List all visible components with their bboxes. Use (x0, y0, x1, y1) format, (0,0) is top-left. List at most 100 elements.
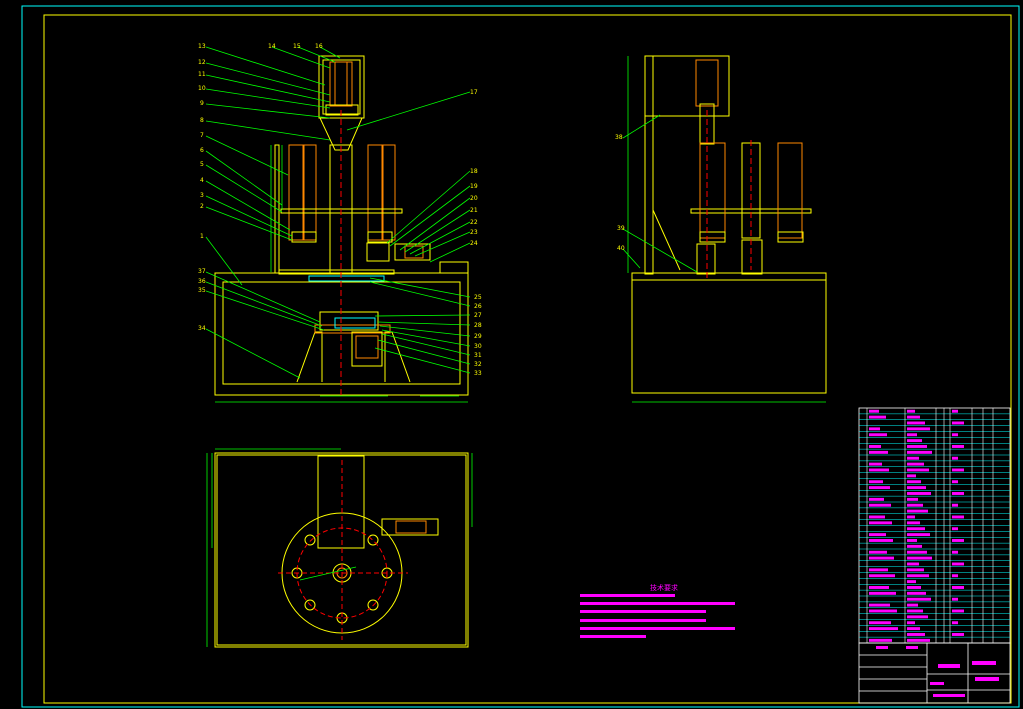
balloon-34: 34 (198, 325, 206, 332)
balloon-4: 4 (200, 177, 204, 184)
balloon-29: 29 (474, 333, 482, 340)
parts-list-code-mark (907, 497, 918, 501)
parts-list-code-mark (907, 415, 920, 419)
parts-list-material-mark (952, 468, 964, 472)
cad-drawing-canvas: 13 12 11 10 9 8 7 6 5 4 3 2 1 37 36 35 3… (21, 5, 1020, 708)
parts-list-name-mark (869, 515, 885, 519)
parts-list-material-mark (952, 515, 964, 519)
parts-list-name-mark (869, 627, 898, 631)
side-view-balloons: 38 39 40 (615, 134, 625, 252)
parts-list-material-mark (952, 503, 958, 507)
parts-list-material-mark (952, 550, 958, 554)
parts-list-code-mark (907, 609, 923, 613)
parts-list-material-mark (952, 409, 958, 413)
parts-list-code-mark (907, 638, 930, 642)
parts-list-code-mark (907, 568, 924, 572)
parts-list-name-mark (869, 480, 883, 484)
parts-list-code-mark (907, 627, 920, 631)
parts-list-code-mark (907, 539, 917, 542)
parts-list-code-mark (907, 474, 916, 478)
balloon-5: 5 (200, 161, 204, 168)
parts-list-name-mark (869, 445, 881, 448)
parts-list-name-mark (869, 591, 896, 595)
front-view-balloons-right: 17 18 19 20 21 22 23 24 25 26 27 28 29 3… (470, 89, 482, 377)
parts-list-material-mark (952, 492, 964, 495)
parts-list-code-mark (907, 521, 920, 525)
parts-list-table (858, 407, 1011, 644)
parts-list-code-mark (907, 544, 922, 548)
parts-list-code-mark (907, 597, 931, 601)
parts-list-name-mark (869, 409, 879, 413)
parts-list-code-mark (907, 439, 922, 443)
parts-list-code-mark (907, 421, 925, 425)
balloon-14: 14 (268, 43, 276, 50)
parts-list-name-mark (869, 486, 890, 490)
parts-list-code-mark (907, 550, 927, 554)
balloon-25: 25 (474, 294, 482, 301)
balloon-39: 39 (617, 225, 625, 232)
balloon-26: 26 (474, 303, 482, 310)
balloon-27: 27 (474, 312, 482, 319)
balloon-40: 40 (617, 245, 625, 252)
parts-list-name-mark (869, 450, 888, 454)
parts-list-code-mark (907, 456, 919, 460)
parts-list-code-mark (907, 492, 931, 495)
parts-list-code-mark (907, 450, 932, 454)
parts-list-name-mark (869, 586, 889, 589)
parts-list-code-mark (907, 603, 918, 607)
parts-list-material-mark (952, 539, 964, 542)
balloon-37: 37 (198, 268, 206, 275)
parts-list-code-mark (907, 462, 924, 466)
balloon-6: 6 (200, 147, 204, 154)
parts-list-material-mark (952, 433, 958, 437)
parts-list-code-mark (907, 427, 930, 431)
parts-list-code-mark (907, 586, 921, 589)
parts-list-name-mark (869, 503, 891, 507)
balloon-15: 15 (293, 43, 301, 50)
title-block-fills (876, 646, 999, 697)
balloon-13: 13 (198, 43, 206, 50)
parts-list-code-mark (907, 480, 921, 484)
parts-list-code-mark (907, 409, 915, 413)
parts-list-material-mark (952, 421, 964, 425)
balloon-11: 11 (198, 71, 206, 78)
balloon-12: 12 (198, 59, 206, 66)
parts-list-name-mark (869, 497, 884, 501)
parts-list-name-mark (869, 609, 897, 613)
balloon-18: 18 (470, 168, 478, 175)
parts-list-material-mark (952, 456, 958, 460)
parts-list-code-mark (907, 621, 915, 625)
parts-list-code-mark (907, 509, 928, 513)
balloon-30: 30 (474, 343, 482, 350)
parts-list-code-mark (907, 468, 929, 472)
parts-list-code-mark (907, 515, 915, 519)
parts-list-name-mark (869, 415, 886, 419)
parts-list-material-mark (952, 562, 964, 566)
balloon-35: 35 (198, 287, 206, 294)
balloon-1: 1 (200, 233, 204, 240)
balloon-23: 23 (470, 229, 478, 236)
balloon-33: 33 (474, 370, 482, 377)
parts-list-code-mark (907, 527, 925, 531)
parts-list-code-mark (907, 486, 926, 490)
balloon-36: 36 (198, 278, 206, 285)
parts-list-name-mark (869, 539, 893, 542)
balloon-20: 20 (470, 195, 478, 202)
parts-list-code-mark (907, 433, 917, 437)
parts-list-code-mark (907, 445, 927, 448)
front-view-leaders-right (346, 91, 471, 374)
parts-list-code-mark (907, 574, 929, 578)
balloon-7: 7 (200, 132, 204, 139)
parts-list-name-mark (869, 533, 886, 537)
parts-list-material-mark (952, 480, 958, 484)
balloon-17: 17 (470, 89, 478, 96)
parts-list-material-mark (952, 633, 964, 636)
parts-list-name-mark (869, 568, 888, 572)
balloon-32: 32 (474, 361, 482, 368)
parts-list-code-mark (907, 503, 923, 507)
balloon-9: 9 (200, 100, 204, 107)
parts-list-material-mark (952, 609, 964, 613)
parts-list-material-mark (952, 597, 958, 601)
balloon-2: 2 (200, 203, 204, 210)
front-view-balloons-left: 13 12 11 10 9 8 7 6 5 4 3 2 1 37 36 35 3… (198, 43, 206, 332)
